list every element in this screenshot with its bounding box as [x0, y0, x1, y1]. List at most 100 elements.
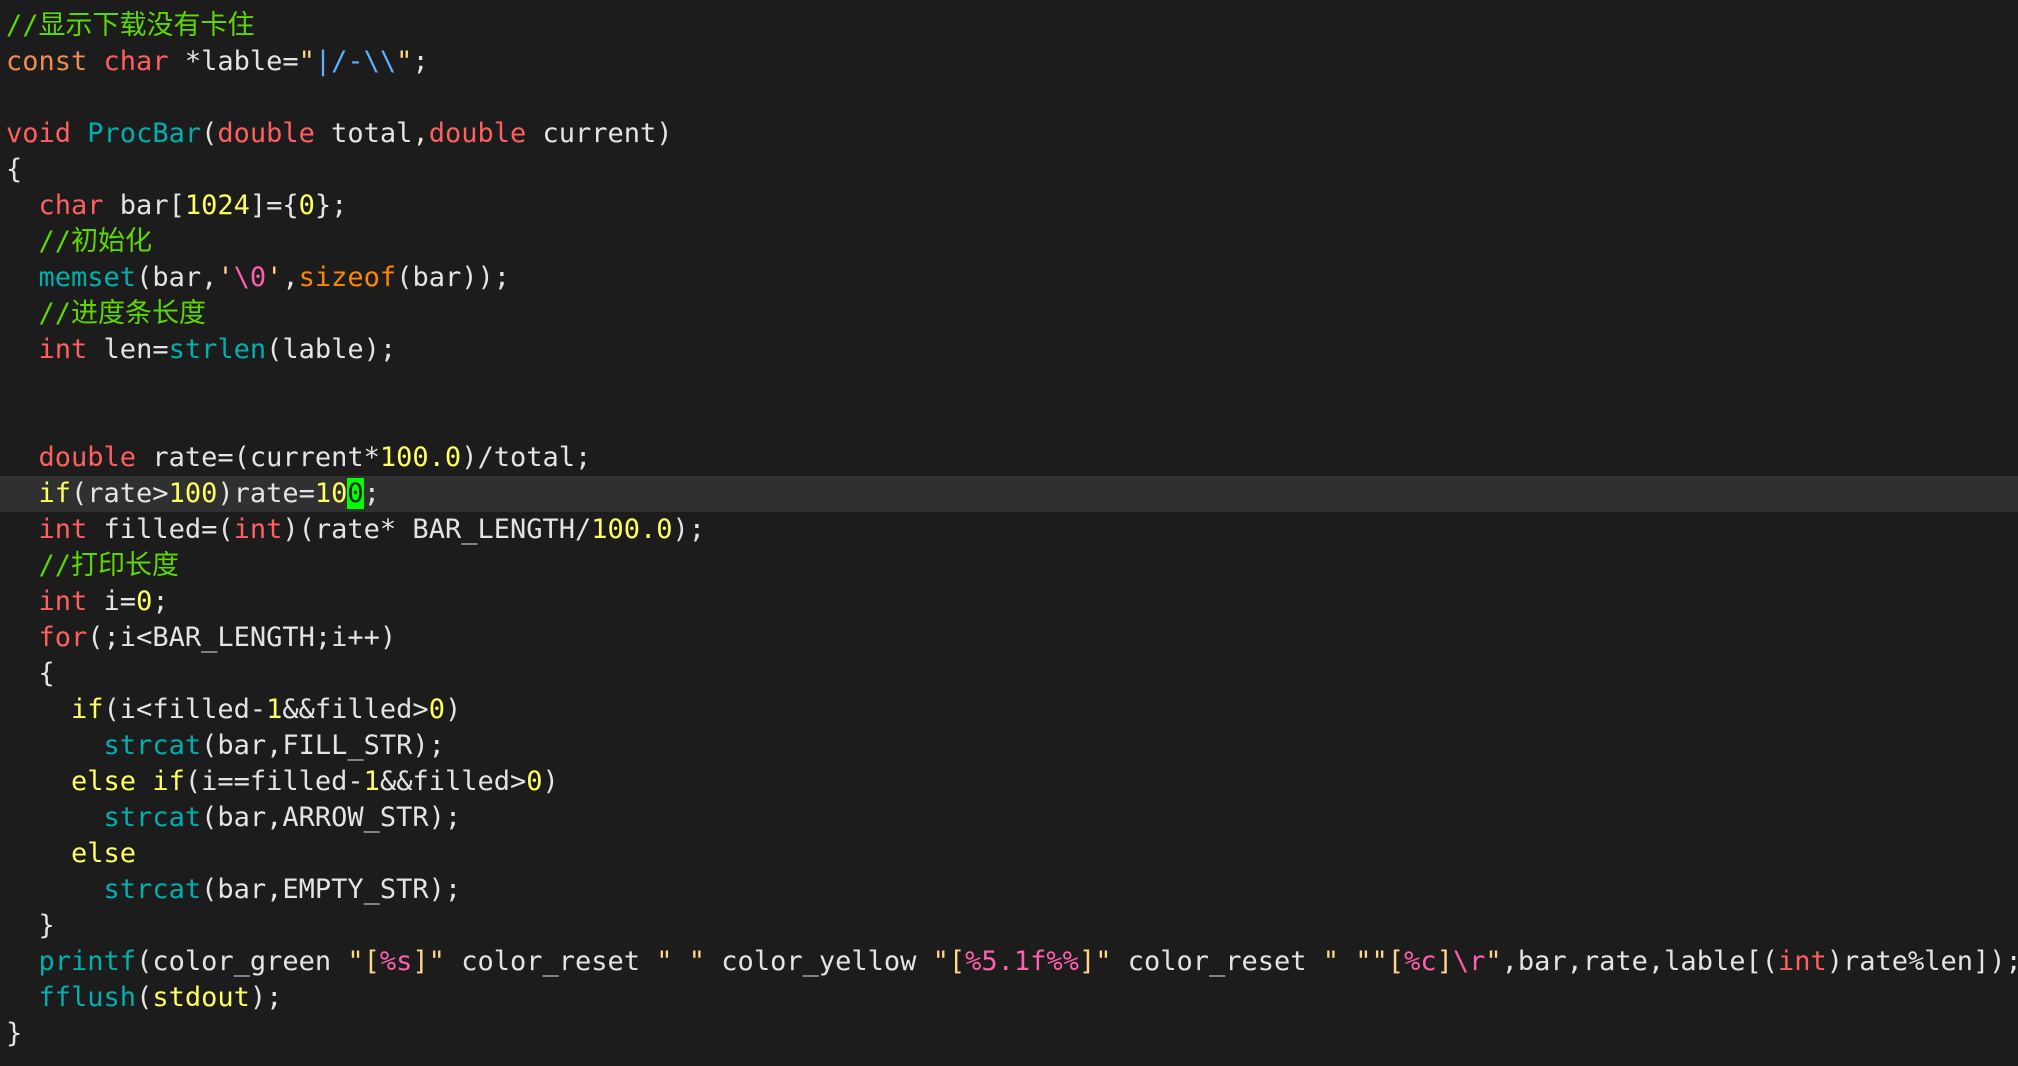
string-chars: |/-\\ — [314, 46, 397, 77]
code-text: )rate%len]); — [1826, 946, 2018, 977]
function-name: strlen — [168, 334, 267, 365]
function-name: ProcBar — [87, 118, 202, 149]
code-text: i= — [87, 586, 137, 617]
code-line[interactable]: } — [0, 1016, 2018, 1052]
code-line[interactable]: memset(bar,'\0',sizeof(bar)); — [0, 260, 2018, 296]
string-literal: "[ — [347, 946, 380, 977]
code-line[interactable]: fflush(stdout); — [0, 980, 2018, 1016]
code-text: (bar)); — [396, 262, 510, 293]
code-text: ; — [363, 478, 380, 509]
comment: //初始化 — [38, 226, 153, 257]
type: int — [1777, 946, 1827, 977]
code-line[interactable]: else — [0, 836, 2018, 872]
code-line[interactable] — [0, 404, 2018, 440]
code-line[interactable]: { — [0, 656, 2018, 692]
type: int — [233, 514, 283, 545]
type: int — [38, 586, 88, 617]
number-literal: 10 — [314, 478, 348, 509]
string-literal: ' — [217, 262, 234, 293]
code-line[interactable]: void ProcBar(double total,double current… — [0, 116, 2018, 152]
code-text: )/total; — [461, 442, 592, 473]
code-line[interactable]: double rate=(current*100.0)/total; — [0, 440, 2018, 476]
code-text: ]={ — [249, 190, 299, 221]
code-text: , — [282, 262, 299, 293]
code-line[interactable]: if(i<filled-1&&filled>0) — [0, 692, 2018, 728]
code-text: } — [6, 910, 55, 941]
code-line[interactable]: char bar[1024]={0}; — [0, 188, 2018, 224]
code-text: color_reset — [444, 946, 657, 977]
code-text: (lable); — [266, 334, 397, 365]
code-line[interactable]: else if(i==filled-1&&filled>0) — [0, 764, 2018, 800]
code-text: (bar,FILL_STR); — [201, 730, 445, 761]
code-line[interactable] — [0, 368, 2018, 404]
number-literal: 0 — [526, 766, 543, 797]
code-text: (i== — [184, 766, 250, 797]
code-line-current[interactable]: if(rate>100)rate=100; — [0, 476, 2018, 512]
operator: sizeof — [298, 262, 397, 293]
function-name: strcat — [103, 802, 202, 833]
code-line[interactable]: int filled=(int)(rate* BAR_LENGTH/100.0)… — [0, 512, 2018, 548]
type: double — [38, 442, 137, 473]
function-name: printf — [38, 946, 137, 977]
code-line[interactable] — [0, 80, 2018, 116]
control-keyword: else — [71, 838, 137, 869]
code-text: color_reset — [1111, 946, 1323, 977]
function-name: memset — [38, 262, 137, 293]
string-literal: ] — [1436, 946, 1453, 977]
code-line[interactable]: } — [0, 908, 2018, 944]
escape-sequence: \r — [1452, 946, 1486, 977]
code-line[interactable]: { — [0, 152, 2018, 188]
code-text: ) — [444, 694, 462, 725]
code-text: bar[ — [103, 190, 185, 221]
code-editor[interactable]: //显示下载没有卡住 const char *lable="|/-\\"; void… — [0, 8, 2018, 1052]
escape-sequence: \0 — [233, 262, 267, 293]
code-line[interactable]: int len=strlen(lable); — [0, 332, 2018, 368]
string-literal: " — [396, 46, 413, 77]
code-text: ) — [542, 766, 559, 797]
function-name: strcat — [103, 874, 202, 905]
code-line[interactable]: printf(color_green "[%s]" color_reset " … — [0, 944, 2018, 980]
code-line[interactable]: const char *lable="|/-\\"; — [0, 44, 2018, 80]
function-name: fflush — [38, 982, 137, 1013]
code-text: filled- — [249, 766, 364, 797]
code-text: (bar, — [136, 262, 218, 293]
code-text: current) — [526, 118, 673, 149]
code-line[interactable]: strcat(bar,ARROW_STR); — [0, 800, 2018, 836]
string-literal: ]" — [412, 946, 445, 977]
code-text: )(rate* BAR_LENGTH/ — [282, 514, 592, 545]
string-literal: ]" — [1078, 946, 1112, 977]
code-text: ,bar,rate,lable[( — [1501, 946, 1778, 977]
code-line[interactable]: strcat(bar,EMPTY_STR); — [0, 872, 2018, 908]
escape-sequence: %5.1f%% — [965, 946, 1079, 977]
code-line[interactable]: //进度条长度 — [0, 296, 2018, 332]
code-line[interactable]: //显示下载没有卡住 — [0, 8, 2018, 44]
number-literal: 100.0 — [379, 442, 462, 473]
code-text: )rate= — [217, 478, 315, 509]
code-text: filled=( — [87, 514, 234, 545]
code-line[interactable]: strcat(bar,FILL_STR); — [0, 728, 2018, 764]
number-literal: 0 — [428, 694, 445, 725]
function-name: strcat — [103, 730, 202, 761]
code-line[interactable]: //打印长度 — [0, 548, 2018, 584]
number-literal: 0 — [298, 190, 315, 221]
string-literal: " — [1485, 946, 1502, 977]
type: int — [38, 334, 88, 365]
code-line[interactable]: int i=0; — [0, 584, 2018, 620]
code-line[interactable]: for(;i<BAR_LENGTH;i++) — [0, 620, 2018, 656]
type: void — [6, 118, 72, 149]
code-line[interactable]: //初始化 — [0, 224, 2018, 260]
type: double — [217, 118, 315, 149]
